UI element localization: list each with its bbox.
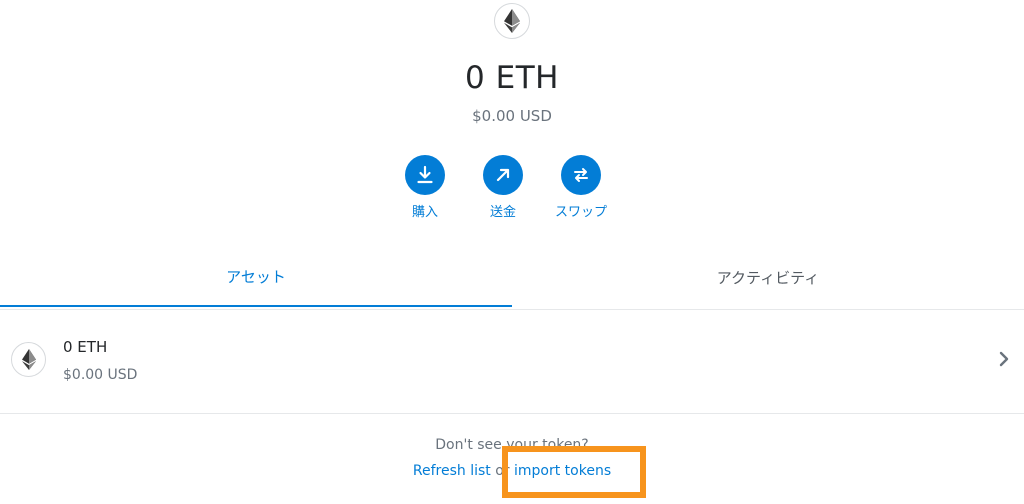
download-icon bbox=[405, 155, 445, 195]
arrow-up-right-icon bbox=[483, 155, 523, 195]
balance-fiat: $0.00 USD bbox=[472, 107, 552, 125]
buy-button[interactable]: 購入 bbox=[395, 155, 455, 220]
balance-amount: 0 ETH bbox=[465, 60, 559, 96]
send-label: 送金 bbox=[489, 205, 516, 220]
swap-button[interactable]: スワップ bbox=[551, 155, 611, 220]
chevron-right-icon bbox=[998, 351, 1010, 371]
highlight-box bbox=[502, 446, 646, 498]
send-button[interactable]: 送金 bbox=[473, 155, 533, 220]
swap-icon bbox=[561, 155, 601, 195]
refresh-list-link[interactable]: Refresh list bbox=[413, 463, 491, 479]
ethereum-icon bbox=[11, 342, 46, 377]
asset-value: $0.00 USD bbox=[63, 367, 138, 383]
swap-label: スワップ bbox=[554, 205, 607, 220]
asset-name: 0 ETH bbox=[63, 338, 108, 356]
tab-bar: アセット アクティビティ bbox=[0, 247, 1024, 310]
buy-label: 購入 bbox=[411, 205, 438, 220]
asset-list-item-eth[interactable]: 0 ETH $0.00 USD bbox=[0, 310, 1024, 414]
tab-assets[interactable]: アセット bbox=[0, 247, 512, 307]
ethereum-logo-icon bbox=[494, 3, 530, 39]
tab-activity[interactable]: アクティビティ bbox=[512, 247, 1024, 307]
